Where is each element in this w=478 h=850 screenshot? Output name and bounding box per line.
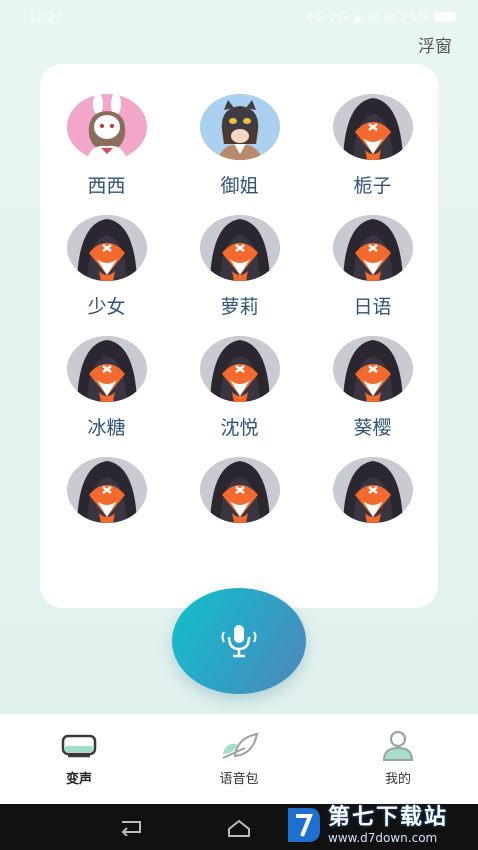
avatar-cat-mask-girl: [199, 94, 280, 160]
avatar-hooded-fox: [332, 336, 413, 402]
voice-item[interactable]: [306, 457, 438, 561]
status-bar: 12:22 4G 2G ▲ ✉ ✉ 26%: [0, 0, 478, 34]
hooded-fox-illustration: [199, 336, 280, 402]
voice-name: 栀子: [353, 175, 392, 197]
voice-name: 西西: [87, 175, 126, 197]
avatar-hooded-fox: [66, 457, 147, 523]
voice-item[interactable]: 萝莉: [173, 215, 306, 319]
status-time: 12:22: [28, 10, 63, 24]
voice-item[interactable]: [40, 457, 173, 561]
voice-list-card: 西西 御姐 栀子 少女 萝莉 日语 冰糖 沈悦 葵樱: [40, 64, 438, 608]
hooded-fox-illustration: [332, 457, 413, 523]
tab-voice-pack[interactable]: 语音包: [179, 714, 299, 804]
d7-logo-icon: [288, 808, 320, 842]
voice-name: 御姐: [220, 175, 259, 197]
voice-name: 冰糖: [87, 417, 126, 439]
hooded-fox-illustration: [332, 336, 413, 402]
leaf-icon: [222, 732, 259, 759]
tab-voice-change[interactable]: 变声: [19, 714, 139, 804]
voice-item[interactable]: [173, 457, 306, 561]
avatar-hooded-fox: [66, 215, 147, 281]
bunny-girl-illustration: [66, 94, 147, 160]
person-icon: [382, 730, 414, 761]
hooded-fox-illustration: [66, 457, 147, 523]
avatar-bunny-girl: [66, 94, 147, 160]
float-window-button[interactable]: 浮窗: [418, 32, 452, 57]
avatar-hooded-fox: [332, 215, 413, 281]
battery-icon: [434, 12, 456, 22]
tab-mine[interactable]: 我的: [338, 714, 458, 804]
avatar-hooded-fox: [66, 336, 147, 402]
voice-item[interactable]: 御姐: [173, 94, 306, 198]
tab-label: 我的: [384, 772, 411, 787]
avatar-hooded-fox: [332, 457, 413, 523]
avatar-hooded-fox: [332, 94, 413, 160]
voice-item[interactable]: 冰糖: [40, 336, 173, 440]
microphone-icon: [221, 625, 257, 658]
hooded-fox-illustration: [66, 336, 147, 402]
cat-mask-girl-illustration: [199, 94, 280, 160]
hooded-fox-illustration: [66, 215, 147, 281]
hooded-fox-illustration: [332, 94, 413, 160]
voice-name: 萝莉: [220, 296, 259, 318]
avatar-hooded-fox: [199, 336, 280, 402]
voice-item[interactable]: 栀子: [306, 94, 438, 198]
watermark-url: www.d7down.com: [328, 830, 438, 845]
voice-item[interactable]: 日语: [306, 215, 438, 319]
avatar-hooded-fox: [199, 215, 280, 281]
watermark: 第七下载站 www.d7down.com: [284, 800, 478, 850]
hooded-fox-illustration: [199, 215, 280, 281]
voice-grid: 西西 御姐 栀子 少女 萝莉 日语 冰糖 沈悦 葵樱: [40, 94, 438, 561]
hooded-fox-illustration: [332, 215, 413, 281]
tab-label: 变声: [65, 772, 92, 787]
hooded-fox-illustration: [199, 457, 280, 523]
record-mic-button[interactable]: [172, 588, 306, 694]
voice-item[interactable]: 少女: [40, 215, 173, 319]
voice-item[interactable]: 葵樱: [306, 336, 438, 440]
home-icon[interactable]: [226, 818, 252, 838]
bottom-tab-bar: 变声 语音包 我的: [0, 714, 478, 804]
back-icon[interactable]: [118, 818, 146, 836]
voice-name: 沈悦: [220, 417, 259, 439]
watermark-title: 第七下载站: [328, 804, 449, 830]
voice-item[interactable]: 西西: [40, 94, 173, 198]
voice-item[interactable]: 沈悦: [173, 336, 306, 440]
voice-name: 葵樱: [353, 417, 392, 439]
voice-change-icon: [61, 734, 97, 758]
voice-name: 日语: [353, 296, 392, 318]
voice-name: 少女: [87, 296, 126, 318]
tab-label: 语音包: [219, 772, 259, 787]
status-indicators: 4G 2G ▲ ✉ ✉ 26%: [306, 10, 430, 24]
avatar-hooded-fox: [199, 457, 280, 523]
